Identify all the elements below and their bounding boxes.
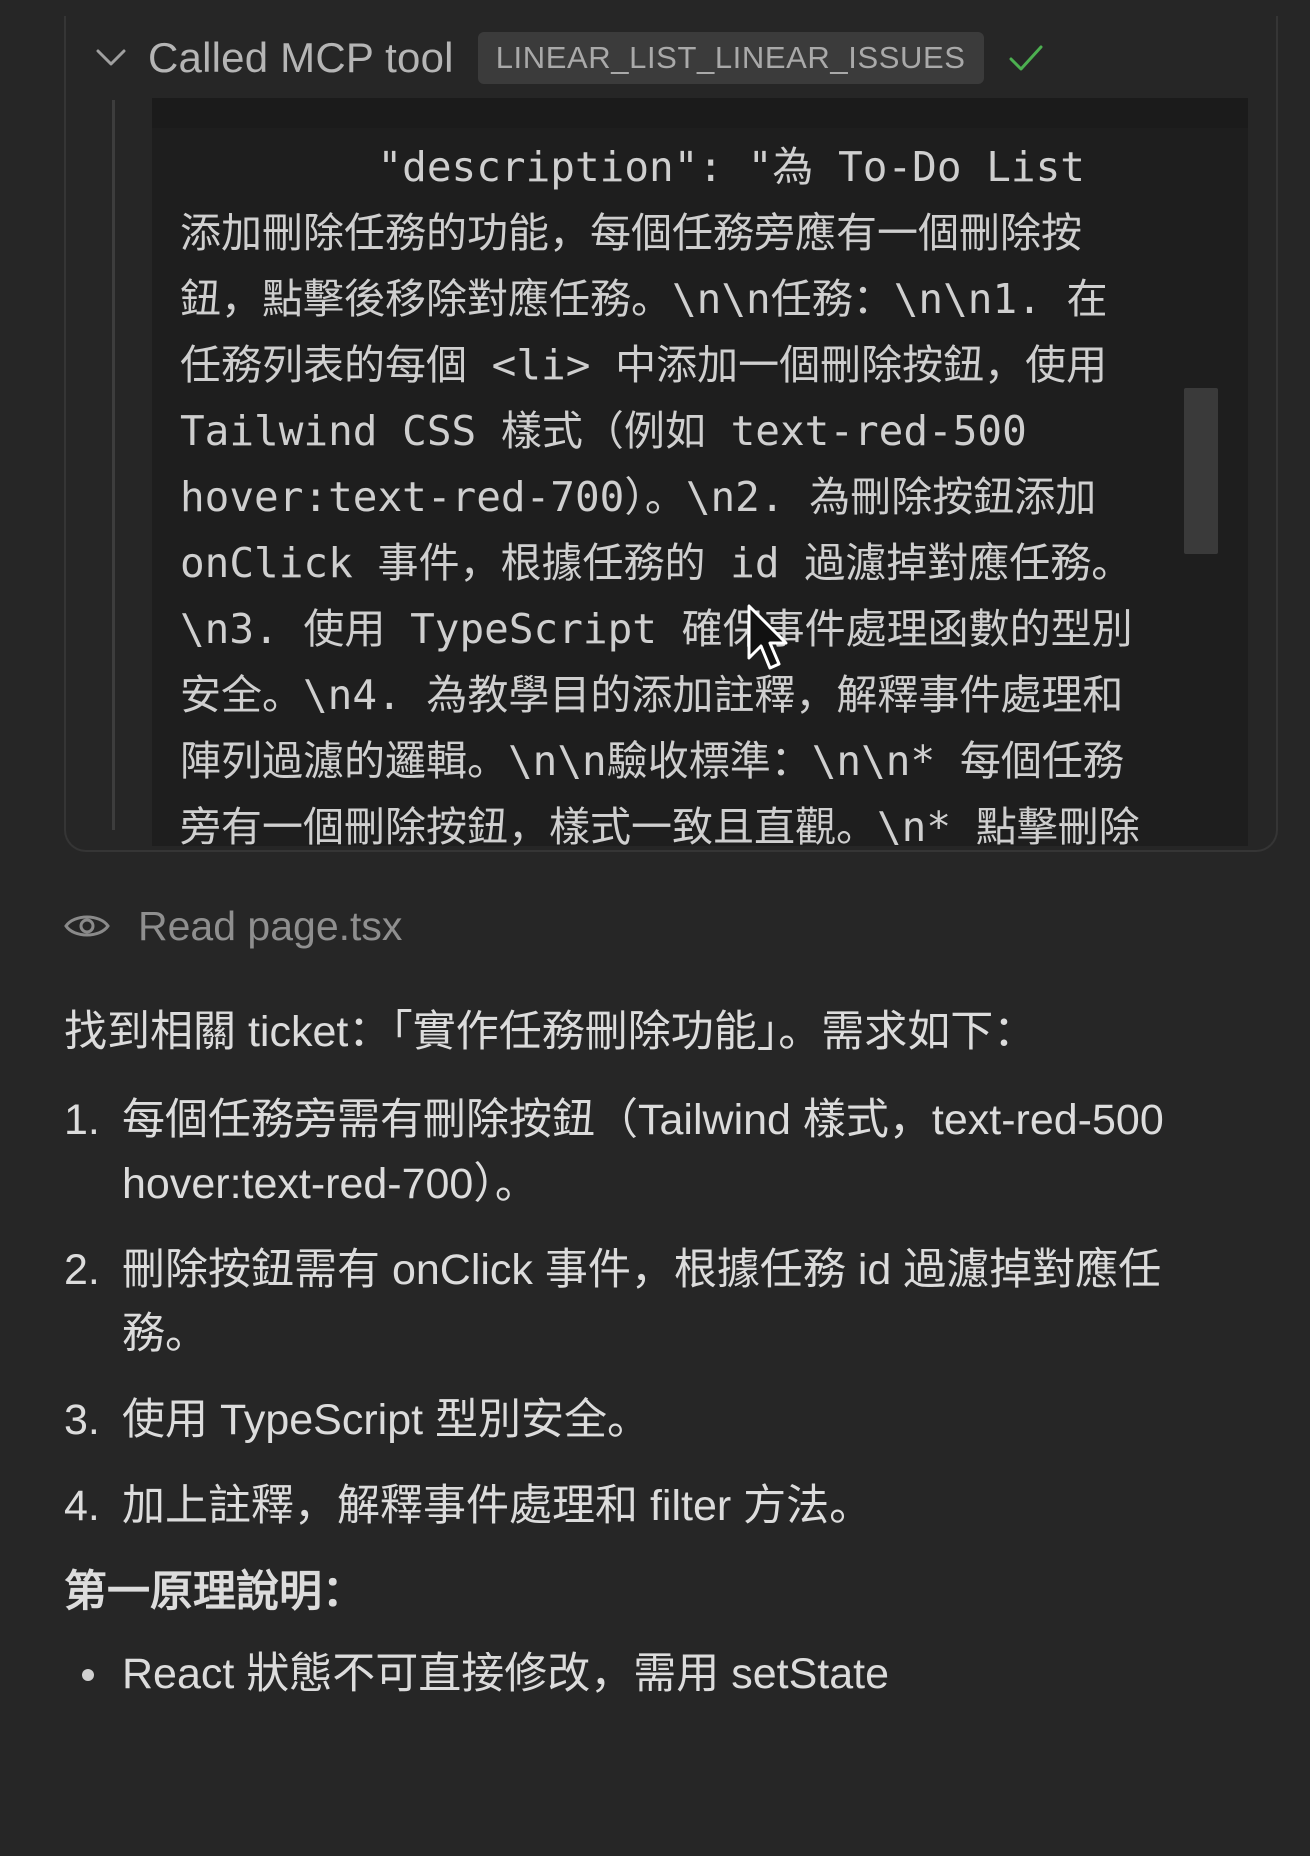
list-item-text: 使用 TypeScript 型別安全。 (122, 1396, 651, 1444)
list-item-text: 加上註釋，解釋事件處理和 filter 方法。 (122, 1482, 873, 1530)
code-line: 任務列表的每個 <li> 中添加一個刪除按鈕，使用 (180, 341, 1108, 389)
tool-name-badge: LINEAR_LIST_LINEAR_ISSUES (477, 32, 984, 84)
list-item: 3. 使用 TypeScript 型別安全。 (64, 1388, 1244, 1452)
read-file-label: Read page.tsx (138, 902, 403, 949)
code-line: "description": "為 To-Do List (180, 143, 1085, 191)
tool-output-text: "description": "為 To-Do List 添加刪除任務的功能，每個… (180, 134, 1180, 846)
list-item: 4. 加上註釋，解釋事件處理和 filter 方法。 (64, 1474, 1244, 1538)
tool-output-panel[interactable]: "description": "為 To-Do List 添加刪除任務的功能，每個… (152, 98, 1248, 846)
code-line: 添加刪除任務的功能，每個任務旁應有一個刪除按 (180, 209, 1082, 257)
tool-call-title: Called MCP tool (148, 34, 454, 81)
list-item: 1. 每個任務旁需有刪除按鈕（Tailwind 樣式，text-red-500 … (64, 1088, 1244, 1216)
bullet-dot (64, 1642, 122, 1706)
mcp-tool-call-card: Called MCP tool LINEAR_LIST_LINEAR_ISSUE… (64, 16, 1278, 852)
list-item-text: 每個任務旁需有刪除按鈕（Tailwind 樣式，text-red-500 hov… (122, 1096, 1164, 1208)
eye-icon (64, 915, 110, 937)
list-item-text: 刪除按鈕需有 onClick 事件，根據任務 id 過濾掉對應任務。 (122, 1246, 1162, 1358)
section-heading: 第一原理說明： (64, 1568, 365, 1616)
mouse-pointer-icon (747, 604, 788, 670)
scrollbar-thumb[interactable] (1184, 388, 1218, 554)
bullet-list: React 狀態不可直接修改，需用 setState (64, 1642, 1244, 1706)
tree-connector-line (112, 100, 115, 830)
code-line: 旁有一個刪除按鈕，樣式一致且直觀。\n* 點擊刪除 (180, 803, 1140, 846)
bullet-item: React 狀態不可直接修改，需用 setState (64, 1642, 1244, 1706)
list-number: 4. (64, 1482, 100, 1530)
chevron-down-icon[interactable] (96, 43, 126, 73)
requirements-list: 1. 每個任務旁需有刪除按鈕（Tailwind 樣式，text-red-500 … (64, 1088, 1244, 1538)
response-intro: 找到相關 ticket：「實作任務刪除功能」。需求如下： (64, 1008, 1037, 1056)
check-icon (1008, 39, 1046, 77)
code-line: 鈕，點擊後移除對應任務。\n\n任務：\n\n1. 在 (180, 275, 1108, 323)
code-line: hover:text-red-700）。\n2. 為刪除按鈕添加 (180, 473, 1097, 521)
list-number: 1. (64, 1096, 100, 1144)
code-line: onClick 事件，根據任務的 id 過濾掉對應任務。 (180, 539, 1133, 587)
code-line: 安全。\n4. 為教學目的添加註釋，解釋事件處理和 (180, 671, 1124, 719)
list-number: 3. (64, 1396, 100, 1444)
chat-transcript: Called MCP tool LINEAR_LIST_LINEAR_ISSUE… (0, 0, 1310, 1856)
code-line: 陣列過濾的邏輯。\n\n驗收標準：\n\n* 每個任務 (180, 737, 1124, 785)
code-line: Tailwind CSS 樣式（例如 text-red-500 (180, 407, 1027, 455)
bullet-text: React 狀態不可直接修改，需用 setState (122, 1650, 889, 1698)
assistant-response: 找到相關 ticket：「實作任務刪除功能」。需求如下： 1. 每個任務旁需有刪… (64, 1000, 1244, 1706)
tool-call-header[interactable]: Called MCP tool LINEAR_LIST_LINEAR_ISSUE… (96, 30, 1046, 86)
list-number: 2. (64, 1246, 100, 1294)
list-item: 2. 刪除按鈕需有 onClick 事件，根據任務 id 過濾掉對應任務。 (64, 1238, 1244, 1366)
code-line: \n3. 使用 TypeScript 確保事件處理函數的型別 (180, 605, 1133, 653)
clipped-line-fade (152, 98, 1248, 128)
read-file-action[interactable]: Read page.tsx (64, 898, 402, 954)
